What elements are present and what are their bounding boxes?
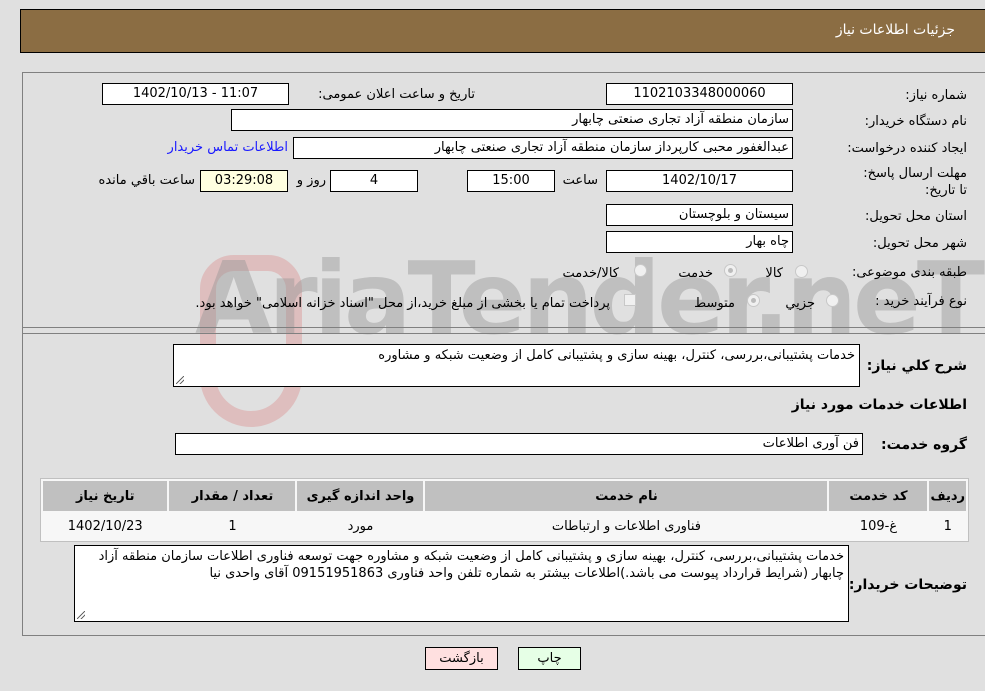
page-header: جزئیات اطلاعات نیاز (20, 9, 985, 53)
purchase-radio-medium[interactable] (747, 294, 760, 307)
category-radio-goods-service[interactable] (634, 264, 647, 277)
table-row: 1 غ-109 فناوری اطلاعات و ارتباطات مورد 1… (43, 513, 966, 539)
buyer-org-label: نام دستگاه خریدار: (864, 114, 967, 129)
divider (22, 327, 985, 328)
need-number-label: شماره نیاز: (905, 88, 967, 103)
services-section-title: اطلاعات خدمات مورد نیاز (791, 397, 967, 413)
category-label: طبقه بندی موضوعی: (851, 265, 967, 280)
city-field: چاه بهار (606, 231, 793, 253)
service-group-field: فن آوری اطلاعات (175, 433, 863, 455)
deadline-time-field: 15:00 (467, 170, 555, 192)
province-label: استان محل تحویل: (865, 209, 967, 224)
cell-service-code: غ-109 (829, 513, 928, 539)
province-field: سیستان و بلوچستان (606, 204, 793, 226)
service-group-label: گروه خدمت: (881, 437, 967, 453)
requester-field: عبدالغفور محبی کارپرداز سازمان منطقه آزا… (293, 137, 793, 159)
col-unit: واحد اندازه گیری (297, 481, 424, 511)
cell-need-date: 1402/10/23 (43, 513, 168, 539)
general-description-textarea[interactable]: خدمات پشتیبانی،بررسی، کنترل، بهینه سازی … (173, 344, 860, 387)
general-description-text: خدمات پشتیبانی،بررسی، کنترل، بهینه سازی … (378, 348, 855, 363)
deadline-date-field: 1402/10/17 (606, 170, 793, 192)
buyer-notes-textarea[interactable]: خدمات پشتیبانی،بررسی، کنترل، بهینه سازی … (74, 545, 849, 622)
page-title: جزئیات اطلاعات نیاز (835, 22, 955, 38)
announce-datetime-label: تاریخ و ساعت اعلان عمومی: (318, 87, 475, 102)
resize-handle-icon[interactable] (176, 376, 184, 384)
buyer-org-field: سازمان منطقه آزاد تجاری صنعتی چابهار (231, 109, 793, 131)
requester-label: ایجاد کننده درخواست: (847, 141, 967, 156)
days-remaining-field: 4 (330, 170, 418, 192)
col-quantity: تعداد / مقدار (169, 481, 296, 511)
services-table: ردیف کد خدمت نام خدمت واحد اندازه گیری ت… (40, 478, 969, 542)
col-service-name: نام خدمت (425, 481, 828, 511)
table-header-row: ردیف کد خدمت نام خدمت واحد اندازه گیری ت… (43, 481, 966, 511)
category-radio-service[interactable] (724, 264, 737, 277)
buyer-contact-link[interactable]: اطلاعات تماس خریدار (168, 140, 288, 155)
category-option-goods-service: کالا/خدمت (562, 266, 619, 281)
time-remaining-field: 03:29:08 (200, 170, 288, 192)
days-label: روز و (296, 173, 326, 188)
category-option-goods: کالا (765, 266, 783, 281)
cell-row-number: 1 (929, 513, 966, 539)
time-remaining-label: ساعت باقي مانده (98, 173, 195, 188)
col-need-date: تاریخ نیاز (43, 481, 168, 511)
need-number-field: 1102103348000060 (606, 83, 793, 105)
purchase-radio-minor[interactable] (826, 294, 839, 307)
print-button[interactable]: چاپ (518, 647, 581, 670)
cell-quantity: 1 (169, 513, 296, 539)
category-option-service: خدمت (678, 266, 713, 281)
cell-unit: مورد (297, 513, 424, 539)
back-button[interactable]: بازگشت (425, 647, 498, 670)
purchase-option-minor: جزیي (785, 296, 815, 311)
cell-service-name: فناوری اطلاعات و ارتباطات (425, 513, 828, 539)
col-row-number: ردیف (929, 481, 966, 511)
col-service-code: کد خدمت (829, 481, 928, 511)
announce-datetime-field: 1402/10/13 - 11:07 (102, 83, 289, 105)
buyer-notes-text: خدمات پشتیبانی،بررسی، کنترل، بهینه سازی … (98, 549, 844, 581)
treasury-note: پرداخت تمام یا بخشی از مبلغ خرید،از محل … (195, 296, 610, 311)
buyer-notes-label: توضیحات خریدار: (848, 577, 967, 593)
deadline-time-label: ساعت (562, 173, 598, 188)
general-description-label: شرح کلي نیاز: (866, 358, 967, 374)
divider (22, 333, 985, 334)
category-radio-goods[interactable] (795, 265, 808, 278)
deadline-label: مهلت ارسال پاسخ: تا تاریخ: (863, 166, 967, 198)
purchase-option-medium: متوسط (694, 296, 735, 311)
treasury-checkbox[interactable] (624, 294, 636, 306)
purchase-process-label: نوع فرآیند خرید : (875, 294, 967, 309)
city-label: شهر محل تحویل: (872, 236, 967, 251)
resize-handle-icon[interactable] (77, 611, 85, 619)
